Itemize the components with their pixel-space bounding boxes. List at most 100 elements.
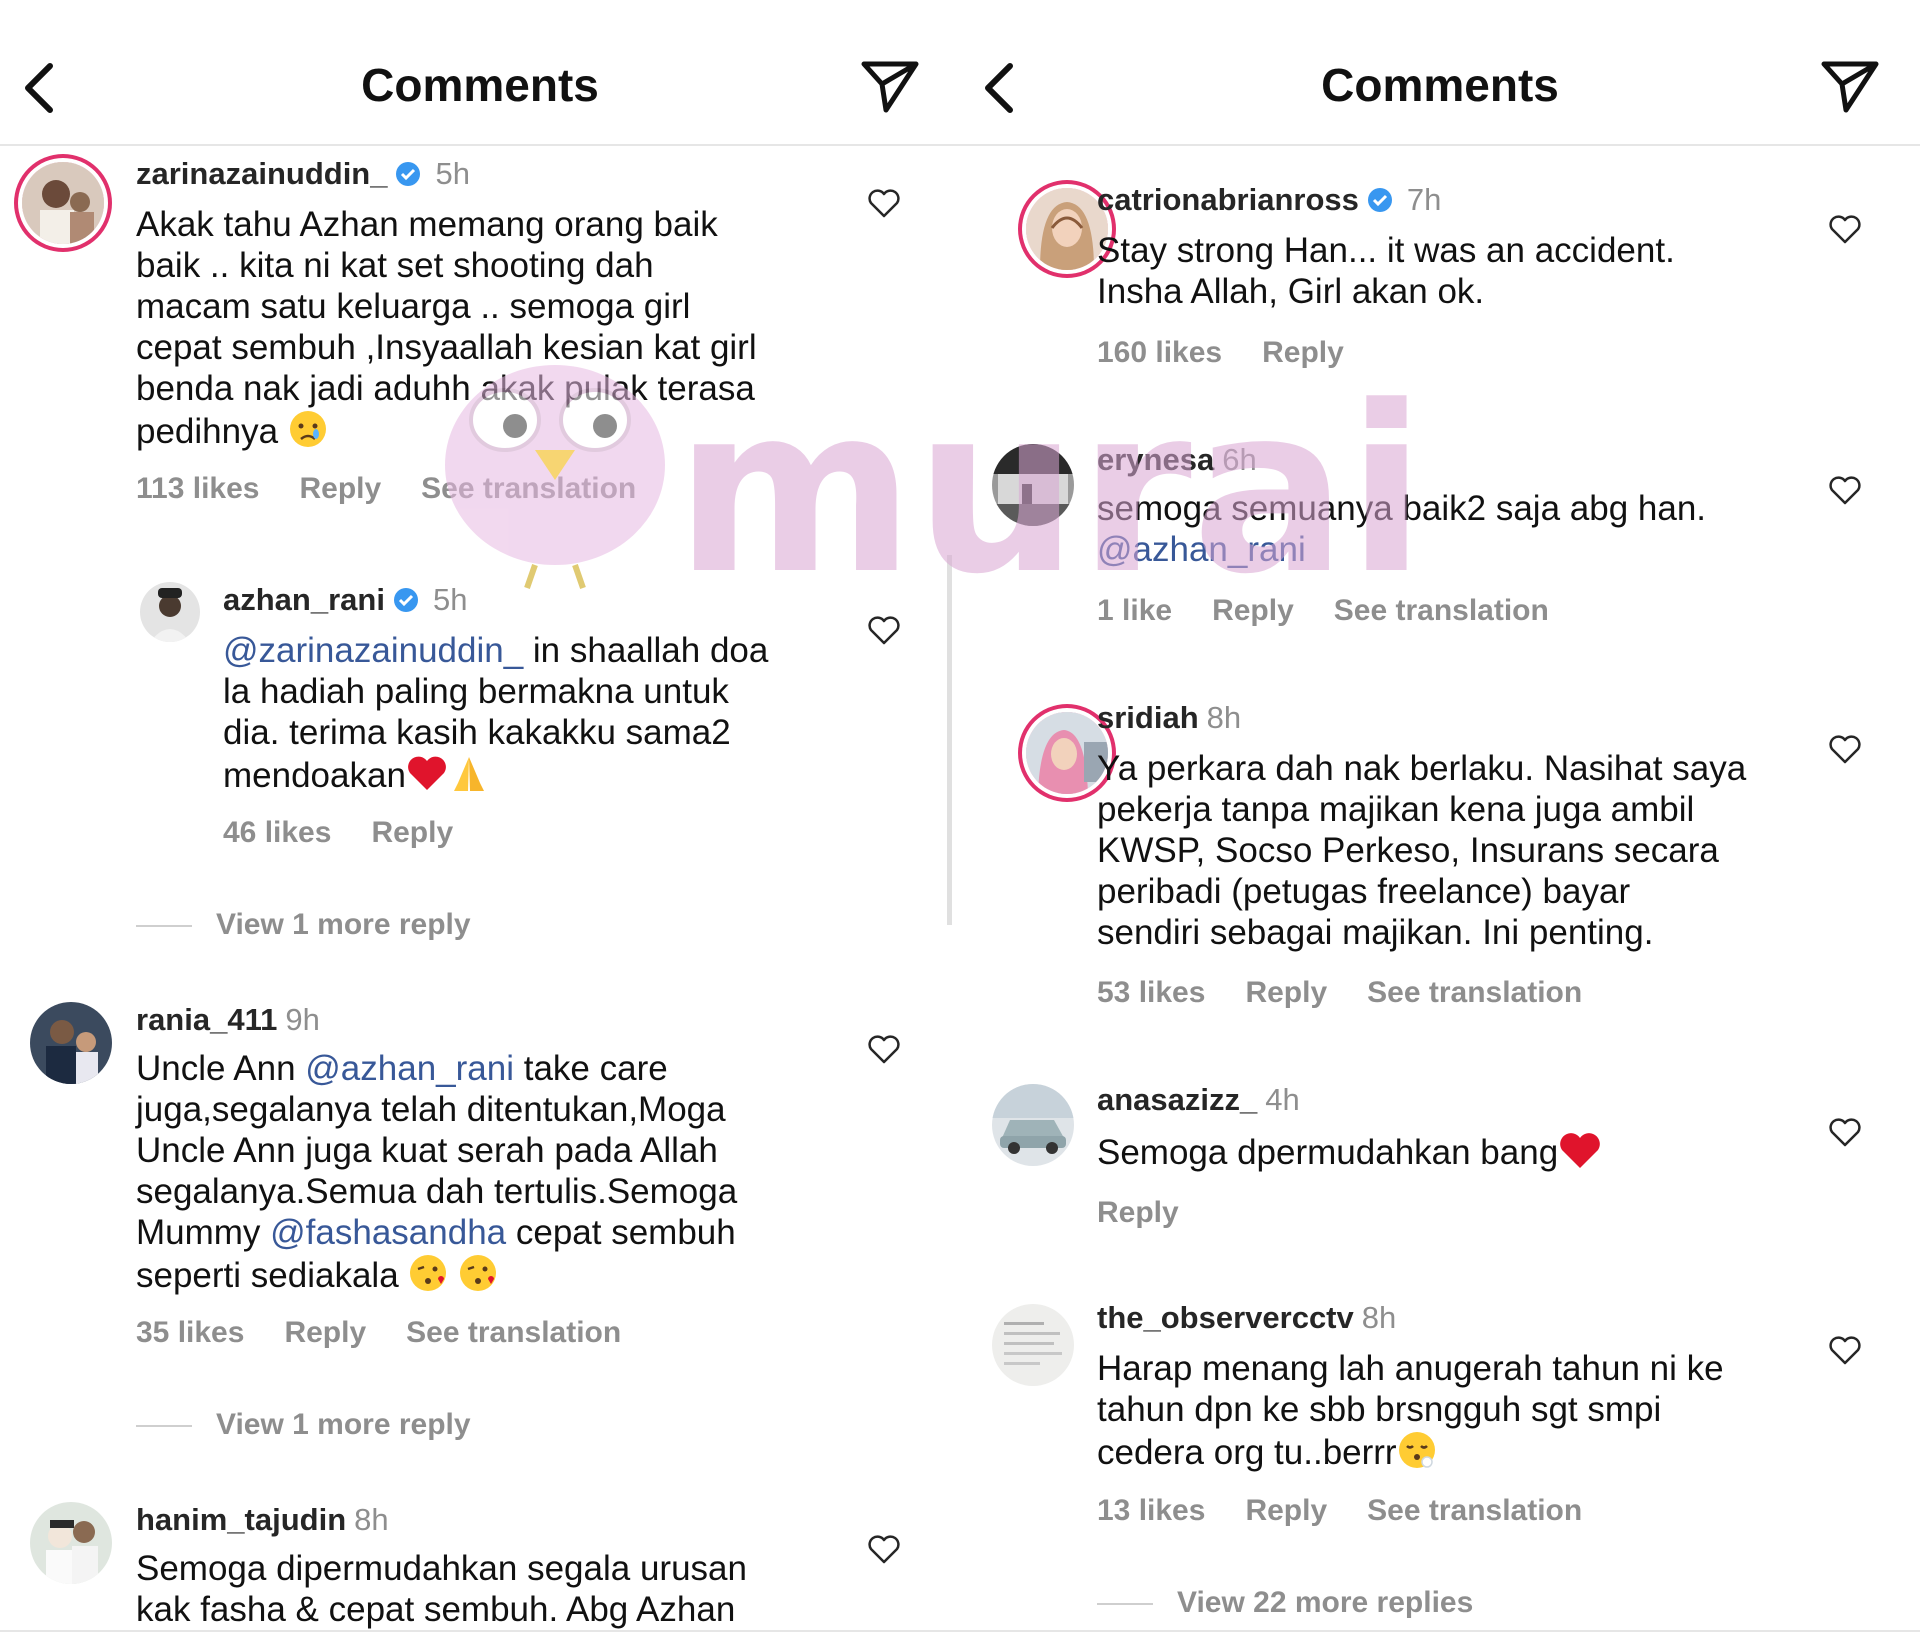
reply-button[interactable]: Reply xyxy=(1262,336,1344,369)
kissing-face-emoji-icon xyxy=(410,1255,447,1291)
red-heart-emoji-icon xyxy=(1560,1133,1600,1168)
left-comments-screen: Comments zarinazainuddin_ 5h Akak tahu Az… xyxy=(0,0,960,1640)
mention-link[interactable]: @zarinazainuddin_ xyxy=(223,631,523,670)
verified-badge-icon xyxy=(393,588,418,612)
likes-count[interactable]: 1 like xyxy=(1097,594,1172,627)
username[interactable]: sridiah xyxy=(1097,700,1199,735)
username[interactable]: zarinazainuddin_ xyxy=(136,156,387,191)
see-translation-button[interactable]: See translation xyxy=(406,1316,621,1349)
avatar[interactable] xyxy=(1026,188,1108,270)
avatar-photo-icon xyxy=(1026,188,1108,270)
red-heart-emoji-icon xyxy=(408,756,446,790)
avatar-photo-icon xyxy=(992,1304,1074,1386)
likes-count[interactable]: 46 likes xyxy=(223,816,331,849)
username[interactable]: erynesa xyxy=(1097,442,1214,477)
avatar[interactable] xyxy=(30,1502,112,1584)
likes-count[interactable]: 35 likes xyxy=(136,1316,244,1349)
username[interactable]: anasazizz_ xyxy=(1097,1082,1257,1117)
avatar[interactable] xyxy=(992,444,1074,526)
like-heart-icon[interactable] xyxy=(867,1532,901,1566)
comment-text: @zarinazainuddin_ in shaallah doa la had… xyxy=(223,631,769,795)
avatar-photo-icon xyxy=(992,444,1074,526)
username[interactable]: hanim_tajudin xyxy=(136,1502,346,1537)
comments-header: Comments xyxy=(0,0,960,146)
comment-text: Uncle Ann @azhan_rani take care juga,seg… xyxy=(136,1049,738,1295)
mention-link[interactable]: @azhan_rani xyxy=(1097,530,1306,569)
right-comments-screen: Comments catrionabrianross 7h Stay strong… xyxy=(960,0,1920,1640)
comment-text: Semoga dpermudahkan bang xyxy=(1097,1130,1602,1173)
avatar-photo-icon xyxy=(140,582,200,642)
like-heart-icon[interactable] xyxy=(867,1032,901,1066)
timestamp: 8h xyxy=(354,1502,389,1537)
like-heart-icon[interactable] xyxy=(1828,212,1862,246)
timestamp: 8h xyxy=(1206,700,1242,735)
see-translation-button[interactable]: See translation xyxy=(1367,976,1582,1009)
timestamp: 9h xyxy=(285,1002,320,1037)
reply-button[interactable]: Reply xyxy=(371,816,453,849)
username[interactable]: azhan_rani xyxy=(223,582,385,617)
like-heart-icon[interactable] xyxy=(867,613,901,647)
username[interactable]: rania_411 xyxy=(136,1002,277,1037)
avatar-photo-icon xyxy=(1026,712,1108,794)
avatar[interactable] xyxy=(992,1304,1074,1386)
reply-button[interactable]: Reply xyxy=(299,472,381,505)
avatar[interactable] xyxy=(22,162,104,244)
page-title: Comments xyxy=(361,59,599,111)
reply-button[interactable]: Reply xyxy=(1245,1494,1327,1527)
view-more-replies-button[interactable]: View 22 more replies xyxy=(1097,1586,1473,1620)
avatar-photo-icon xyxy=(22,162,104,244)
comments-header: Comments xyxy=(960,0,1920,146)
likes-count[interactable]: 160 likes xyxy=(1097,336,1222,369)
timestamp: 6h xyxy=(1222,442,1257,477)
direct-share-icon[interactable] xyxy=(1818,58,1882,114)
view-more-replies-button[interactable]: View 1 more reply xyxy=(136,1408,471,1442)
comment-text: Akak tahu Azhan memang orang baik baik .… xyxy=(136,205,757,451)
avatar[interactable] xyxy=(992,1084,1074,1166)
avatar-photo-icon xyxy=(30,1002,112,1084)
thread-line xyxy=(1097,1603,1153,1606)
mention-link[interactable]: @azhan_rani xyxy=(305,1049,514,1088)
see-translation-button[interactable]: See translation xyxy=(421,472,636,505)
timestamp: 7h xyxy=(1406,182,1442,217)
timestamp: 8h xyxy=(1361,1300,1397,1335)
like-heart-icon[interactable] xyxy=(867,186,901,220)
face-exhaling-emoji-icon xyxy=(1398,1432,1435,1468)
like-heart-icon[interactable] xyxy=(1828,1115,1862,1149)
thread-line xyxy=(136,1425,192,1428)
comment-text: semoga semuanya baik2 saja abg han. @azh… xyxy=(1097,489,1707,569)
view-more-replies-button[interactable]: View 1 more reply xyxy=(136,908,471,942)
like-heart-icon[interactable] xyxy=(1828,732,1862,766)
username[interactable]: the_observercctv xyxy=(1097,1300,1354,1335)
username[interactable]: catrionabrianross xyxy=(1097,182,1359,217)
see-translation-button[interactable]: See translation xyxy=(1367,1494,1582,1527)
verified-badge-icon xyxy=(1367,188,1392,212)
thread-line xyxy=(136,925,192,928)
timestamp: 4h xyxy=(1265,1082,1300,1117)
avatar[interactable] xyxy=(140,582,200,642)
kissing-face-emoji-icon xyxy=(460,1255,497,1291)
avatar[interactable] xyxy=(30,1002,112,1084)
timestamp: 5h xyxy=(435,156,470,191)
avatar-photo-icon xyxy=(992,1084,1074,1166)
reply-button[interactable]: Reply xyxy=(284,1316,366,1349)
folded-hands-emoji-icon xyxy=(453,757,484,791)
reply-button[interactable]: Reply xyxy=(1097,1196,1179,1229)
verified-badge-icon xyxy=(396,162,421,186)
comment-text: Harap menang lah anugerah tahun ni ke ta… xyxy=(1097,1349,1724,1472)
mention-link[interactable]: @fashasandha xyxy=(270,1213,506,1252)
see-translation-button[interactable]: See translation xyxy=(1334,594,1549,627)
like-heart-icon[interactable] xyxy=(1828,1333,1862,1367)
likes-count[interactable]: 53 likes xyxy=(1097,976,1205,1009)
avatar[interactable] xyxy=(1026,712,1108,794)
like-heart-icon[interactable] xyxy=(1828,473,1862,507)
reply-button[interactable]: Reply xyxy=(1212,594,1294,627)
likes-count[interactable]: 113 likes xyxy=(136,472,259,505)
comment-text: Semoga dipermudahkan segala urusan kak f… xyxy=(136,1549,747,1629)
panel-divider xyxy=(947,555,952,925)
avatar-photo-icon xyxy=(30,1502,112,1584)
direct-share-icon[interactable] xyxy=(858,58,922,114)
page-title: Comments xyxy=(1321,59,1559,111)
reply-button[interactable]: Reply xyxy=(1245,976,1327,1009)
crying-face-emoji-icon xyxy=(289,411,326,447)
likes-count[interactable]: 13 likes xyxy=(1097,1494,1205,1527)
